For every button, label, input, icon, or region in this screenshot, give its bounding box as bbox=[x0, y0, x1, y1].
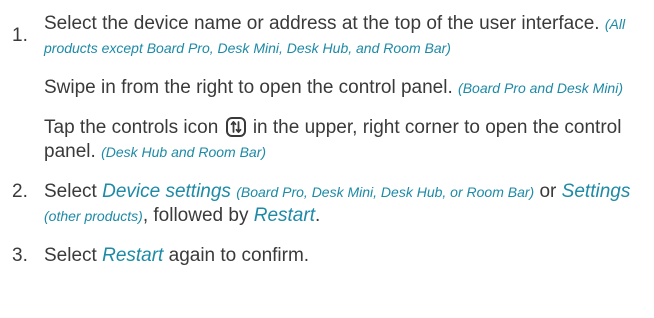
step-text: , followed by bbox=[142, 205, 249, 226]
step-text: Tap the controls icon bbox=[44, 117, 219, 138]
product-note: (Desk Hub and Room Bar) bbox=[101, 144, 267, 160]
step-text: or bbox=[539, 181, 557, 202]
step-text: Swipe in from the right to open the cont… bbox=[44, 77, 453, 98]
product-note: (other products) bbox=[44, 208, 143, 224]
step-text: Select bbox=[44, 245, 97, 266]
instruction-steps: 1. Select the device name or address at … bbox=[0, 0, 654, 268]
step-3: 3. Select Restart again to confirm. bbox=[0, 244, 654, 268]
step-text: Select the device name or address at the… bbox=[44, 13, 600, 34]
ui-term-device-settings: Device settings bbox=[102, 181, 231, 202]
step-text: Select bbox=[44, 181, 97, 202]
product-note: (Board Pro and Desk Mini) bbox=[458, 80, 623, 96]
step-text: . bbox=[314, 205, 321, 226]
step-1-paragraph-3: Tap the controls icon in the upper, righ… bbox=[44, 116, 642, 164]
controls-icon bbox=[225, 117, 246, 137]
step-1-paragraph-1: Select the device name or address at the… bbox=[44, 12, 642, 60]
ui-term-restart: Restart bbox=[102, 245, 164, 266]
step-1-paragraph-2: Swipe in from the right to open the cont… bbox=[44, 76, 642, 100]
step-3-paragraph: Select Restart again to confirm. bbox=[44, 244, 642, 268]
step-2: 2. Select Device settings (Board Pro, De… bbox=[0, 180, 654, 228]
product-note: (Board Pro, Desk Mini, Desk Hub, or Room… bbox=[236, 184, 535, 200]
step-1: 1. Select the device name or address at … bbox=[0, 12, 654, 164]
step-number: 3. bbox=[12, 245, 28, 266]
step-number: 1. bbox=[12, 25, 28, 46]
ui-term-settings: Settings bbox=[561, 181, 631, 202]
step-text: again to confirm. bbox=[168, 245, 310, 266]
ui-term-restart: Restart bbox=[253, 205, 315, 226]
step-number: 2. bbox=[12, 181, 28, 202]
step-2-paragraph: Select Device settings (Board Pro, Desk … bbox=[44, 180, 642, 228]
